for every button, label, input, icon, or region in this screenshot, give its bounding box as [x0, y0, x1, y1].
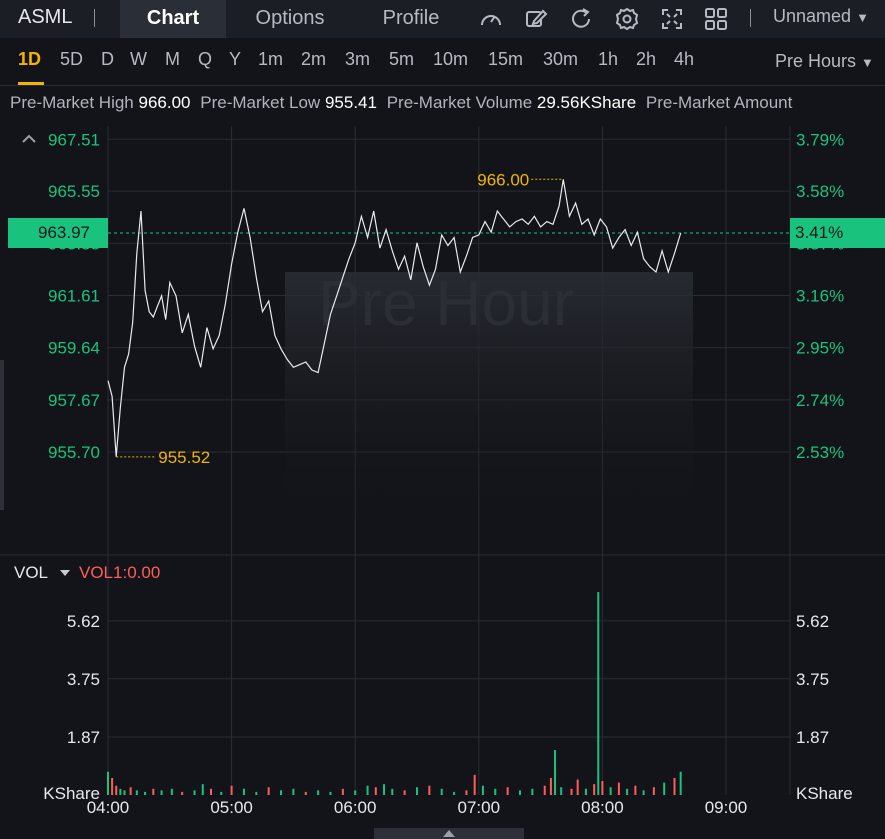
current-price-tag: 963.97 — [8, 218, 108, 249]
volume-bar — [280, 790, 283, 795]
time-axis-label: 08:00 — [581, 798, 624, 817]
price-axis-label: 957.67 — [48, 391, 100, 410]
volume-bar — [304, 791, 307, 795]
volume-bar — [292, 788, 295, 795]
left-panel-handle[interactable] — [0, 360, 4, 510]
volume-bar — [317, 790, 320, 795]
volume-bar — [329, 791, 332, 795]
volume-bar — [634, 785, 637, 795]
price-axis-label: 959.64 — [48, 339, 100, 358]
time-axis-label: 05:00 — [210, 798, 253, 817]
volume-caret-down-icon[interactable] — [60, 570, 70, 576]
volume-bar — [354, 790, 357, 795]
percent-axis-label: 2.95% — [796, 339, 844, 358]
volume-bar — [481, 785, 484, 795]
caret-up-icon — [443, 830, 455, 837]
time-axis-label: 09:00 — [705, 798, 748, 817]
volume-bar — [609, 787, 612, 795]
volume-bar — [123, 790, 126, 795]
volume-bar — [465, 790, 468, 795]
volume-bar — [570, 788, 573, 795]
volume-bar — [170, 788, 173, 795]
volume-bar — [549, 777, 552, 795]
watermark-text: Pre Hour — [318, 267, 574, 339]
volume-bar — [494, 788, 497, 795]
volume-bar — [652, 787, 655, 795]
volume-bar — [663, 782, 666, 795]
volume-bar — [119, 788, 122, 795]
volume-bar — [416, 787, 418, 795]
price-axis-label: 961.61 — [48, 287, 100, 306]
low-marker-label: 955.52 — [158, 448, 210, 467]
volume-bar — [626, 788, 629, 795]
volume-axis-label-right: 3.75 — [796, 670, 829, 689]
volume-bar — [201, 784, 204, 795]
volume-bar — [366, 785, 369, 795]
volume-bar — [391, 788, 394, 795]
volume-title[interactable]: VOL — [14, 563, 48, 583]
volume-bar — [519, 790, 521, 795]
volume-bar — [560, 787, 563, 795]
volume-bar — [473, 774, 476, 795]
volume-bar — [531, 788, 534, 795]
volume-bar — [144, 791, 147, 795]
volume-indicator-value: VOL1:0.00 — [79, 563, 161, 582]
volume-bar — [152, 788, 155, 795]
volume-bar — [428, 785, 431, 795]
volume-bar — [193, 790, 196, 795]
high-marker-label: 966.00 — [477, 170, 529, 189]
volume-bar — [374, 787, 377, 795]
volume-bar — [506, 787, 509, 795]
volume-axis-label-right: 1.87 — [796, 728, 829, 747]
volume-bar — [255, 791, 258, 795]
volume-bar — [220, 791, 223, 795]
bottom-panel-handle[interactable] — [374, 828, 524, 839]
volume-bar — [267, 787, 270, 795]
volume-bar — [453, 791, 456, 795]
volume-bar — [403, 790, 406, 795]
price-axis-label: 965.55 — [48, 182, 100, 201]
volume-bar — [543, 785, 546, 795]
volume-bar — [597, 592, 600, 795]
volume-bar — [383, 784, 386, 795]
volume-bar — [593, 784, 596, 795]
time-axis-label: 04:00 — [87, 798, 130, 817]
price-axis-label: 967.51 — [48, 130, 100, 149]
volume-axis-label: 5.62 — [67, 612, 100, 631]
percent-axis-label: 3.16% — [796, 287, 844, 306]
time-axis-label: 07:00 — [458, 798, 501, 817]
volume-bar — [584, 788, 587, 795]
volume-bar — [160, 790, 163, 795]
percent-axis-label: 3.58% — [796, 182, 844, 201]
volume-bar — [115, 785, 118, 795]
volume-axis-label: 1.87 — [67, 728, 100, 747]
current-percent-tag: 3.41% — [790, 218, 885, 249]
percent-axis-label: 3.79% — [796, 130, 844, 149]
volume-bar — [576, 779, 579, 795]
volume-bar — [440, 788, 443, 795]
volume-bar — [673, 777, 676, 795]
volume-bar — [679, 771, 682, 795]
price-chart[interactable]: Pre Hour 967.513.79%965.553.58%963.583.3… — [0, 0, 885, 839]
volume-bar — [210, 788, 212, 795]
volume-bar — [107, 771, 109, 795]
volume-unit-right: KShare — [796, 784, 853, 803]
volume-bar — [554, 750, 557, 795]
volume-axis-label-right: 5.62 — [796, 612, 829, 631]
volume-bar — [181, 791, 184, 795]
volume-bar — [341, 788, 344, 795]
volume-bar — [135, 790, 138, 795]
percent-axis-label: 2.53% — [796, 443, 844, 462]
volume-axis-label: 3.75 — [67, 670, 100, 689]
price-axis-label: 955.70 — [48, 443, 100, 462]
volume-bar — [129, 787, 132, 795]
volume-bar — [642, 790, 645, 795]
volume-bar — [230, 785, 233, 795]
volume-bar — [242, 788, 245, 795]
volume-bar — [617, 782, 620, 795]
volume-bar — [111, 777, 114, 795]
volume-bar — [601, 781, 604, 795]
time-axis-label: 06:00 — [334, 798, 377, 817]
percent-axis-label: 2.74% — [796, 391, 844, 410]
